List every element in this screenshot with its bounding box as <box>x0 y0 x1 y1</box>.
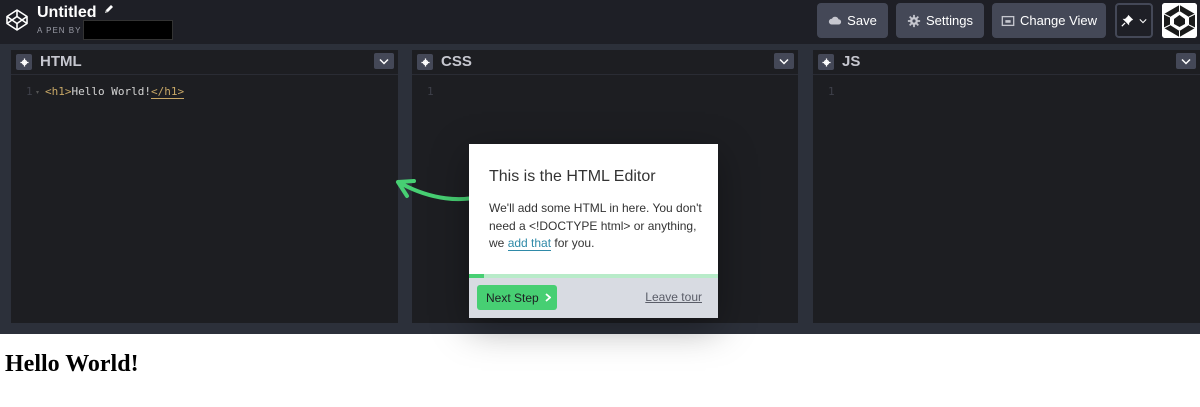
change-view-button-label: Change View <box>1019 13 1098 28</box>
tour-footer: Next Step Leave tour <box>469 278 718 318</box>
settings-button-label: Settings <box>926 13 973 28</box>
pin-menu-button[interactable] <box>1115 3 1153 38</box>
html-editor-pane[interactable]: HTML 1 ▾ <h1>Hello World!</h1> <box>11 50 398 323</box>
html-editor-menu-button[interactable] <box>374 53 394 69</box>
gear-icon <box>420 57 430 67</box>
code-text: Hello World! <box>71 85 151 98</box>
html-editor-header: HTML <box>11 50 398 75</box>
js-editor-menu-button[interactable] <box>1176 53 1196 69</box>
css-editor-menu-button[interactable] <box>774 53 794 69</box>
tour-popup: This is the HTML Editor We'll add some H… <box>469 144 718 318</box>
top-bar: Untitled A PEN BY Save Settings Change V… <box>0 0 1200 44</box>
js-editor-pane[interactable]: JS 1 <box>813 50 1200 323</box>
gear-icon <box>907 14 921 27</box>
fold-marker-icon[interactable]: ▾ <box>36 89 40 96</box>
output-heading: Hello World! <box>5 351 139 377</box>
change-view-button[interactable]: Change View <box>992 3 1106 38</box>
pen-title-area: Untitled A PEN BY <box>37 3 173 40</box>
output-preview[interactable]: Hello World! <box>0 334 1200 407</box>
chevron-down-icon <box>379 58 389 65</box>
add-that-link[interactable]: add that <box>507 236 552 251</box>
next-step-button[interactable]: Next Step <box>477 285 557 310</box>
tour-body: We'll add some HTML in here. You don't n… <box>489 200 704 253</box>
save-button[interactable]: Save <box>817 3 888 38</box>
chevron-down-icon <box>779 58 789 65</box>
settings-button[interactable]: Settings <box>896 3 984 38</box>
pen-byline: A PEN BY <box>37 26 82 35</box>
css-editor-header: CSS <box>412 50 798 75</box>
next-step-label: Next Step <box>486 290 539 305</box>
css-settings-button[interactable] <box>417 54 433 70</box>
css-editor-title: CSS <box>441 53 472 70</box>
code-close-tag: </h1> <box>150 85 185 99</box>
leave-tour-link[interactable]: Leave tour <box>645 290 702 304</box>
gear-icon <box>821 57 831 67</box>
html-code-line[interactable]: <h1>Hello World!</h1> <box>45 85 185 99</box>
html-settings-button[interactable] <box>16 54 32 70</box>
js-editor-title: JS <box>842 53 861 70</box>
pin-icon <box>1121 14 1134 27</box>
save-button-label: Save <box>847 13 877 28</box>
tour-title: This is the HTML Editor <box>489 168 656 185</box>
gear-icon <box>19 57 29 67</box>
codepen-logo-icon[interactable] <box>5 8 29 32</box>
author-name-redacted[interactable] <box>83 20 173 40</box>
chevron-down-icon <box>1139 18 1147 23</box>
cloud-icon <box>829 16 842 24</box>
code-open-tag: <h1> <box>45 85 72 98</box>
avatar-image <box>1162 3 1197 38</box>
tour-body-text-end: for you. <box>551 236 595 250</box>
js-editor-header: JS <box>813 50 1200 75</box>
line-number: 1 <box>427 85 434 98</box>
chevron-down-icon <box>1181 58 1191 65</box>
line-number: 1 <box>828 85 835 98</box>
chevron-right-icon <box>545 293 551 302</box>
layout-icon <box>1001 15 1015 26</box>
js-settings-button[interactable] <box>818 54 834 70</box>
html-editor-title: HTML <box>40 53 82 70</box>
pencil-icon[interactable] <box>103 3 115 15</box>
line-number: 1 <box>26 85 33 98</box>
user-avatar[interactable] <box>1162 3 1197 38</box>
